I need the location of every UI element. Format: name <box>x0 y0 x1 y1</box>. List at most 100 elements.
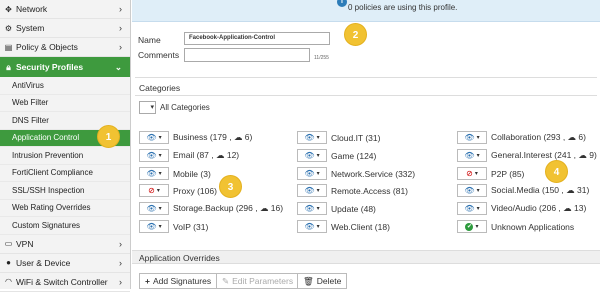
nav-user-device[interactable]: ● User & Device › <box>0 254 130 273</box>
sidebar-item-antivirus[interactable]: AntiVirus <box>0 77 130 95</box>
category-web-client[interactable]: 👁︎ ▾ Web.Client (18) <box>297 220 390 233</box>
chevron-down-icon: ▾ <box>316 135 320 141</box>
chevron-down-icon: ▾ <box>476 188 480 194</box>
category-label: Social.Media (150 , ☁ 31) <box>491 185 590 195</box>
monitor-dropdown[interactable]: 👁︎ ▾ <box>297 131 327 144</box>
button-label: Edit Parameters <box>232 276 294 286</box>
name-input[interactable]: Facebook-Application-Control <box>184 32 330 45</box>
monitor-dropdown[interactable]: 👁︎ ▾ <box>139 202 169 215</box>
nav-policy-objects[interactable]: ▤ Policy & Objects › <box>0 38 130 57</box>
monitor-dropdown[interactable]: 👁︎ ▾ <box>297 149 327 162</box>
nav-label: Network <box>16 4 48 14</box>
category-collaboration[interactable]: 👁︎ ▾ Collaboration (293 , ☁ 6) <box>457 131 586 144</box>
category-label: Network.Service (332) <box>331 168 416 179</box>
category-email[interactable]: 👁︎ ▾ Email (87 , ☁ 12) <box>139 149 239 162</box>
monitor-dropdown[interactable]: 👁︎ ▾ <box>139 131 169 144</box>
sidebar-item-custom-signatures[interactable]: Custom Signatures <box>0 217 130 235</box>
document-icon: ▤ <box>4 42 13 52</box>
sidebar-item-web-filter[interactable]: Web Filter <box>0 95 130 112</box>
add-signatures-button[interactable]: + Add Signatures <box>139 273 218 289</box>
monitor-dropdown[interactable]: 👁︎ ▾ <box>139 167 169 180</box>
chevron-right-icon: › <box>119 4 122 14</box>
chevron-down-icon: ▾ <box>316 224 320 230</box>
category-label: Game (124) <box>331 150 377 161</box>
nav-network[interactable]: ✥ Network › <box>0 0 130 19</box>
all-categories-control[interactable]: All Categories <box>139 101 210 114</box>
monitor-dropdown[interactable]: 👁︎ ▾ <box>457 184 487 197</box>
button-label: Add Signatures <box>152 276 212 286</box>
all-categories-label: All Categories <box>160 103 210 112</box>
chevron-right-icon: › <box>119 238 122 249</box>
delete-button[interactable]: 🗑︎ Delete <box>297 273 348 289</box>
category-social-media[interactable]: 👁︎ ▾ Social.Media (150 , ☁ 31) <box>457 184 589 197</box>
eye-icon: 👁︎ <box>304 169 315 178</box>
category-label: Remote.Access (81) <box>331 185 408 196</box>
monitor-dropdown[interactable]: 👁︎ ▾ <box>297 220 327 233</box>
chevron-down-icon: ⌄ <box>114 61 122 72</box>
nav-label: VPN <box>16 238 34 249</box>
category-unknown-applications[interactable]: ✔ ▾ Unknown Applications <box>457 220 574 233</box>
monitor-dropdown[interactable]: 👁︎ ▾ <box>297 202 327 215</box>
edit-parameters-button[interactable]: ✎ Edit Parameters <box>216 273 300 289</box>
category-remote-access[interactable]: 👁︎ ▾ Remote.Access (81) <box>297 184 408 197</box>
category-business[interactable]: 👁︎ ▾ Business (179 , ☁ 6) <box>139 131 252 144</box>
category-label: Mobile (3) <box>173 168 211 179</box>
block-icon: ⊘ <box>466 169 473 178</box>
category-network-service[interactable]: 👁︎ ▾ Network.Service (332) <box>297 167 415 180</box>
category-storage-backup[interactable]: 👁︎ ▾ Storage.Backup (296 , ☁ 16) <box>139 202 283 215</box>
eye-icon: 👁︎ <box>304 133 315 142</box>
categories-header: Categories <box>139 83 181 93</box>
category-update[interactable]: 👁︎ ▾ Update (48) <box>297 202 376 215</box>
category-mobile[interactable]: 👁︎ ▾ Mobile (3) <box>139 167 211 180</box>
monitor-dropdown[interactable]: 👁︎ ▾ <box>297 167 327 180</box>
callout-badge-2: 2 <box>344 23 367 46</box>
monitor-dropdown[interactable]: 👁︎ ▾ <box>297 184 327 197</box>
chevron-down-icon: ▾ <box>476 206 480 212</box>
category-voip[interactable]: 👁︎ ▾ VoIP (31) <box>139 220 208 233</box>
nav-vpn[interactable]: ▭ VPN › <box>0 235 130 254</box>
nav-security-profiles[interactable]: 🔒︎ Security Profiles ⌄ <box>0 57 130 77</box>
category-label: VoIP (31) <box>173 221 209 232</box>
eye-icon: 👁︎ <box>304 204 315 213</box>
monitor-dropdown[interactable]: 👁︎ ▾ <box>139 220 169 233</box>
sidebar-item-web-rating-overrides[interactable]: Web Rating Overrides <box>0 200 130 217</box>
monitor-dropdown[interactable]: 👁︎ ▾ <box>457 131 487 144</box>
comments-input[interactable] <box>184 48 310 62</box>
category-label: Business (179 , ☁ 6) <box>173 132 253 142</box>
sidebar-item-intrusion-prevention[interactable]: Intrusion Prevention <box>0 147 130 165</box>
eye-icon: 👁︎ <box>146 222 157 231</box>
category-game[interactable]: 👁︎ ▾ Game (124) <box>297 149 376 162</box>
eye-icon: 👁︎ <box>464 133 475 142</box>
category-general-interest[interactable]: 👁︎ ▾ General.Interest (241 , ☁ 9) <box>457 149 597 162</box>
category-label: Unknown Applications <box>491 221 575 232</box>
chevron-down-icon: ▾ <box>316 171 320 177</box>
divider <box>135 95 597 96</box>
eye-icon: 👁︎ <box>146 204 157 213</box>
block-dropdown[interactable]: ⊘ ▾ <box>139 184 169 197</box>
chevron-down-icon: ▾ <box>474 171 478 177</box>
category-cloud-it[interactable]: 👁︎ ▾ Cloud.IT (31) <box>297 131 380 144</box>
allow-dropdown[interactable]: ✔ ▾ <box>457 220 487 233</box>
chevron-down-icon: ▾ <box>158 224 162 230</box>
monitor-dropdown[interactable]: 👁︎ ▾ <box>139 149 169 162</box>
nav-system[interactable]: ⚙ System › <box>0 19 130 38</box>
category-label: Cloud.IT (31) <box>331 132 381 143</box>
category-p2p[interactable]: ⊘ ▾ P2P (85) <box>457 167 524 180</box>
sidebar-item-forticlient-compliance[interactable]: FortiClient Compliance <box>0 165 130 182</box>
category-video-audio[interactable]: 👁︎ ▾ Video/Audio (206 , ☁ 13) <box>457 202 586 215</box>
category-proxy[interactable]: ⊘ ▾ Proxy (106) <box>139 184 217 197</box>
block-dropdown[interactable]: ⊘ ▾ <box>457 167 487 180</box>
chevron-down-icon: ▾ <box>156 188 160 194</box>
sidebar-item-ssl-ssh-inspection[interactable]: SSL/SSH Inspection <box>0 182 130 200</box>
monitor-dropdown[interactable]: 👁︎ ▾ <box>457 202 487 215</box>
monitor-dropdown[interactable]: 👁︎ ▾ <box>457 149 487 162</box>
chevron-down-icon: ▾ <box>158 153 162 159</box>
chevron-down-icon: ▾ <box>316 188 320 194</box>
eye-icon: 👁︎ <box>464 204 475 213</box>
chevron-down-icon: ▾ <box>158 171 162 177</box>
all-categories-dropdown[interactable] <box>139 101 156 114</box>
callout-badge-4: 4 <box>545 160 568 183</box>
eye-icon: 👁︎ <box>146 151 157 160</box>
chevron-down-icon: ▾ <box>475 224 479 230</box>
main-panel: i 0 policies are using this profile. Nam… <box>132 0 600 289</box>
